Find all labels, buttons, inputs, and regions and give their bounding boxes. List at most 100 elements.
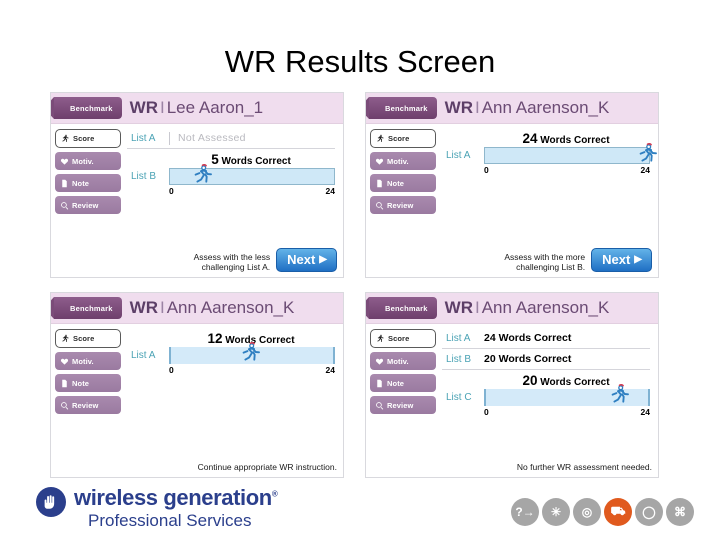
panel-header: Benchmark WR I Ann Aarenson_K: [366, 293, 658, 324]
sidebar-item-label: Score: [73, 134, 95, 143]
sidebar-item-review[interactable]: Review: [370, 196, 436, 214]
results-panel: Benchmark WR I Ann Aarenson_K Score Motiv. Not…: [50, 292, 344, 478]
student-name: Lee Aaron_1: [166, 98, 264, 117]
score-bar-track: [484, 142, 657, 164]
benchmark-tab-label: Benchmark: [385, 103, 428, 113]
sidebar-item-label: Note: [387, 378, 405, 388]
scale-max: 24: [325, 365, 335, 375]
runner-icon: [637, 141, 658, 171]
sidebar-item-review[interactable]: Review: [55, 196, 121, 214]
panel-title: WR I Ann Aarenson_K: [445, 98, 610, 118]
footer-icon-strip: ?→ ✳ ◎ ⛟ ◯ ⌘: [511, 498, 694, 526]
panel-footer: Continue appropriate WR instruction.: [51, 462, 343, 477]
panel-title-separator: I: [159, 298, 165, 317]
score-bar-row: List C: [446, 383, 650, 406]
panel-title: WR I Ann Aarenson_K: [445, 298, 610, 318]
panel-header: Benchmark WR I Ann Aarenson_K: [51, 293, 343, 324]
sidebar-item-review[interactable]: Review: [55, 396, 121, 414]
scale-max: 24: [640, 407, 650, 417]
panel-content: 12 Words Correct List A 0 24: [125, 324, 343, 477]
benchmark-tab[interactable]: Benchmark: [366, 97, 437, 119]
sidebar-item-note[interactable]: Note: [55, 374, 121, 392]
runner-icon: [61, 134, 70, 143]
panel-footer: Assess with the less challenging List A. N…: [51, 248, 343, 277]
scale-min: 0: [484, 407, 489, 417]
sidebar-item-label: Review: [387, 200, 414, 210]
panel-header: Benchmark WR I Ann Aarenson_K: [366, 93, 658, 124]
runner-icon: [609, 382, 633, 412]
next-button[interactable]: Next ▶: [276, 248, 337, 272]
sidebar-item-note[interactable]: Note: [55, 174, 121, 192]
footer-note: Continue appropriate WR instruction.: [197, 462, 337, 472]
sidebar-item-motiv[interactable]: Motiv.: [370, 152, 436, 170]
logo-line-1: wireless generation®: [74, 485, 278, 510]
benchmark-tab[interactable]: Benchmark: [366, 297, 437, 319]
sidebar-item-review[interactable]: Review: [370, 396, 436, 414]
scale-min: 0: [169, 365, 174, 375]
student-name: Ann Aarenson_K: [481, 298, 610, 317]
benchmark-tab[interactable]: Benchmark: [51, 297, 122, 319]
note-icon: [375, 179, 384, 188]
panel-title-prefix: WR: [444, 298, 473, 317]
score-unit: Words Correct: [540, 135, 610, 146]
sidebar-item-label: Score: [73, 334, 95, 343]
runner-icon: [240, 340, 264, 370]
sidebar-item-label: Note: [72, 178, 90, 188]
score-bar-track: [169, 163, 335, 185]
sidebar-item-motiv[interactable]: Motiv.: [370, 352, 436, 370]
score-bar-block: 24 Words Correct List A 0 24: [442, 128, 657, 175]
score-unit: Words Correct: [540, 377, 610, 388]
benchmark-tab-label: Benchmark: [70, 103, 113, 113]
sidebar-item-label: Motiv.: [72, 356, 94, 366]
runner-icon: [192, 162, 216, 192]
sidebar-item-score[interactable]: Score: [370, 329, 436, 348]
magnifier-icon: [375, 401, 384, 410]
logo-line-1-text: wireless generation: [74, 485, 272, 510]
score-value: 12: [207, 331, 223, 346]
next-button-label: Next: [602, 252, 631, 267]
sidebar-item-motiv[interactable]: Motiv.: [55, 352, 121, 370]
score-bar-block: 12 Words Correct List A 0 24: [127, 328, 335, 375]
score-bar-row: List B: [131, 163, 335, 185]
heart-icon: [375, 157, 384, 166]
score-bar-row: List A: [446, 142, 657, 164]
panel-title: WR I Ann Aarenson_K: [130, 298, 295, 318]
sidebar-item-score[interactable]: Score: [370, 129, 436, 148]
note-icon: [375, 379, 384, 388]
hand-icon: [36, 487, 66, 517]
sidebar-item-label: Note: [72, 378, 90, 388]
runner-icon: [376, 134, 385, 143]
chevron-right-icon: ▶: [634, 254, 642, 265]
sidebar-item-note[interactable]: Note: [370, 374, 436, 392]
panel-title-prefix: WR: [129, 298, 158, 317]
sidebar-item-label: Motiv.: [387, 156, 409, 166]
panel-title: WR I Lee Aaron_1: [130, 98, 263, 118]
results-panel: Benchmark WR I Lee Aaron_1 Score Motiv. Note Re…: [50, 92, 344, 278]
registered-mark: ®: [271, 489, 278, 499]
sidebar-item-label: Motiv.: [72, 156, 94, 166]
sidebar-item-label: Motiv.: [387, 356, 409, 366]
score-value: 24: [522, 131, 538, 146]
panel-sidebar: Score Motiv. Note Review: [51, 324, 125, 477]
score-bar-track: [484, 383, 650, 406]
score-caption: 24 Words Correct: [482, 131, 650, 146]
panel-body: Score Motiv. Note Review List A 24 Words Corr…: [366, 324, 658, 477]
score-bar-block: 20 Words Correct List C 0 24: [442, 370, 650, 417]
benchmark-tab-label: Benchmark: [70, 303, 113, 313]
row-divider: [169, 131, 170, 145]
runner-icon: [61, 334, 70, 343]
panel-title-prefix: WR: [129, 98, 158, 117]
magnifier-icon: [60, 401, 69, 410]
panel-sidebar: Score Motiv. Note Review: [366, 324, 440, 477]
magnifier-icon: [375, 201, 384, 210]
benchmark-tab[interactable]: Benchmark: [51, 97, 122, 119]
sidebar-item-score[interactable]: Score: [55, 329, 121, 348]
sidebar-item-score[interactable]: Score: [55, 129, 121, 148]
logo-wordmark: wireless generation® Professional Servic…: [74, 485, 278, 530]
slide-root: WR Results Screen Benchmark WR I Lee Aaron_…: [0, 0, 720, 540]
sidebar-item-note[interactable]: Note: [370, 174, 436, 192]
sidebar-item-motiv[interactable]: Motiv.: [55, 152, 121, 170]
next-button[interactable]: Next ▶: [591, 248, 652, 272]
result-row: List B 20 Words Correct: [442, 349, 650, 370]
sidebar-item-label: Score: [388, 334, 410, 343]
